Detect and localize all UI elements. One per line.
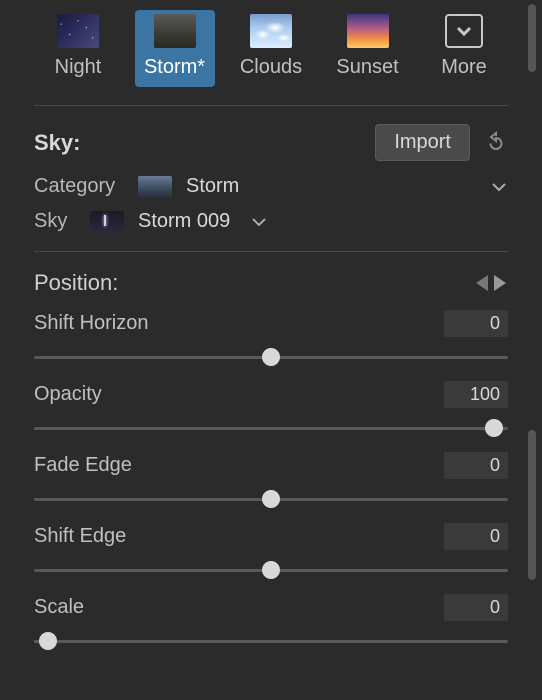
slider-knob[interactable] [39,632,57,650]
position-head: Position: [34,270,508,296]
slider-label: Shift Horizon [34,312,149,335]
preset-storm[interactable]: Storm* [135,10,215,87]
preset-label: More [441,56,487,79]
scroll-thumb[interactable] [528,4,536,72]
preset-clouds[interactable]: Clouds [231,10,311,87]
slider-track[interactable] [34,560,508,580]
category-thumb-icon [138,176,172,198]
slider-label: Scale [34,596,84,619]
slider-scale: Scale 0 [34,594,508,651]
sunset-thumb-icon [347,14,389,48]
flip-horizontal-icon[interactable] [474,272,508,294]
slider-knob[interactable] [262,490,280,508]
preset-night[interactable]: Night [38,10,118,87]
slider-knob[interactable] [485,419,503,437]
slider-label: Shift Edge [34,525,126,548]
category-value: Storm [186,175,239,198]
preset-more[interactable]: More [424,10,504,87]
divider [34,105,508,106]
import-button[interactable]: Import [375,124,470,161]
category-label: Category [34,175,124,198]
sky-section-head: Sky: Import [34,124,508,161]
preset-label: Night [55,56,102,79]
preset-label: Clouds [240,56,302,79]
slider-knob[interactable] [262,348,280,366]
divider [34,251,508,252]
sky-thumb-icon [90,211,124,233]
preset-label: Sunset [336,56,398,79]
slider-value-input[interactable]: 0 [444,452,508,479]
category-row[interactable]: Category Storm [34,175,508,198]
sky-value: Storm 009 [138,210,230,233]
sky-label: Sky [34,210,76,233]
slider-fade-edge: Fade Edge 0 [34,452,508,509]
slider-shift-edge: Shift Edge 0 [34,523,508,580]
slider-value-input[interactable]: 0 [444,310,508,337]
slider-value-input[interactable]: 100 [444,381,508,408]
slider-track[interactable] [34,347,508,367]
slider-shift-horizon: Shift Horizon 0 [34,310,508,367]
sky-title: Sky: [34,130,80,156]
scroll-thumb[interactable] [528,430,536,580]
preset-row: Night Storm* Clouds Sunset More [34,10,508,87]
chevron-down-box-icon [445,14,483,48]
preset-label: Storm* [144,56,205,79]
preset-sunset[interactable]: Sunset [328,10,408,87]
storm-thumb-icon [154,14,196,48]
scrollbar[interactable] [526,0,538,700]
reset-icon[interactable] [484,131,508,155]
position-title: Position: [34,270,118,296]
slider-value-input[interactable]: 0 [444,523,508,550]
slider-opacity: Opacity 100 [34,381,508,438]
slider-label: Fade Edge [34,454,132,477]
slider-track[interactable] [34,489,508,509]
slider-value-input[interactable]: 0 [444,594,508,621]
slider-label: Opacity [34,383,102,406]
slider-knob[interactable] [262,561,280,579]
clouds-thumb-icon [250,14,292,48]
slider-track[interactable] [34,631,508,651]
chevron-down-icon[interactable] [250,213,268,231]
chevron-down-icon[interactable] [490,178,508,196]
slider-track[interactable] [34,418,508,438]
night-thumb-icon [57,14,99,48]
sky-row[interactable]: Sky Storm 009 [34,210,508,233]
